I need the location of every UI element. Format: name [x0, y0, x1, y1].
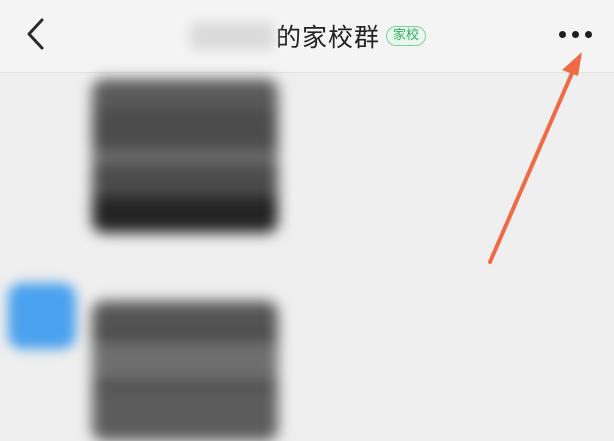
more-dot: [584, 30, 592, 38]
chat-title: 的家校群 家校: [190, 16, 427, 56]
more-dot: [571, 30, 579, 38]
back-button[interactable]: [14, 12, 58, 56]
chevron-left-icon: [27, 18, 44, 50]
avatar[interactable]: [8, 283, 76, 349]
image-message[interactable]: [92, 79, 278, 233]
blurred-group-name: [190, 23, 274, 49]
navigation-bar: 的家校群 家校: [0, 0, 614, 73]
more-options-button[interactable]: [548, 14, 602, 54]
page-title: 的家校群: [276, 23, 381, 52]
message-list[interactable]: [0, 73, 614, 441]
group-type-badge: 家校: [386, 26, 427, 46]
image-message[interactable]: [92, 301, 278, 441]
more-dot: [558, 30, 566, 38]
